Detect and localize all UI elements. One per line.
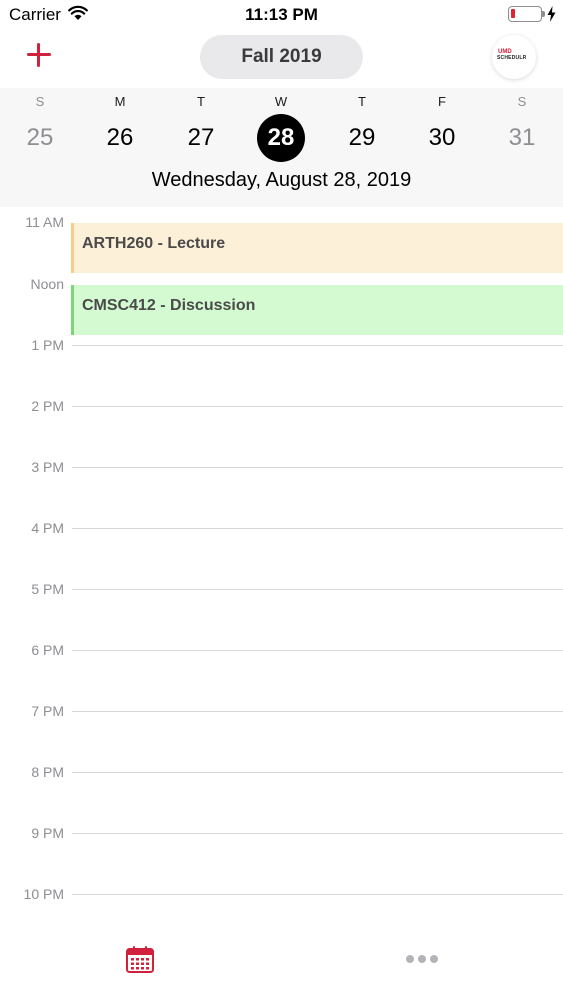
day-number: 27	[187, 124, 215, 151]
hour-gridline	[72, 833, 563, 834]
day-number: 31	[508, 124, 536, 151]
day-letter: S	[35, 94, 45, 109]
event-cmsc412-discussion[interactable]: CMSC412 - Discussion	[71, 285, 563, 335]
event-arth260-lecture[interactable]: ARTH260 - Lecture	[71, 223, 563, 273]
battery-icon	[508, 6, 542, 22]
hour-label: 1 PM	[31, 337, 64, 353]
event-title: CMSC412 - Discussion	[82, 297, 256, 314]
event-title: ARTH260 - Lecture	[82, 235, 226, 252]
day-letter: T	[197, 94, 205, 109]
hour-gridline	[72, 406, 563, 407]
day-friday[interactable]: F 30	[402, 88, 482, 168]
more-icon[interactable]	[402, 950, 442, 968]
day-saturday[interactable]: S 31	[482, 88, 562, 168]
app-logo-button[interactable]: UMD SCHEDULR	[492, 35, 536, 79]
term-selector-button[interactable]: Fall 2019	[200, 35, 363, 79]
day-sunday[interactable]: S 25	[0, 88, 80, 168]
hour-label: 10 PM	[23, 886, 64, 902]
hour-label: 4 PM	[31, 520, 64, 536]
charging-bolt-icon	[547, 6, 556, 22]
hour-gridline	[72, 894, 563, 895]
day-number: 30	[428, 124, 456, 151]
day-number: 25	[26, 124, 54, 151]
hour-gridline	[72, 528, 563, 529]
hour-gridline	[72, 345, 563, 346]
hour-label: 11 AM	[25, 214, 64, 230]
status-time: 11:13 PM	[245, 5, 318, 24]
hour-gridline	[72, 772, 563, 773]
hour-label: Noon	[30, 276, 64, 292]
day-letter: F	[438, 94, 446, 109]
day-monday[interactable]: M 26	[80, 88, 160, 168]
day-tuesday[interactable]: T 27	[161, 88, 241, 168]
day-number-selected: 28	[257, 114, 305, 162]
hour-label: 5 PM	[31, 581, 64, 597]
hour-gridline	[72, 711, 563, 712]
hour-label: 7 PM	[31, 703, 64, 719]
hour-label: 6 PM	[31, 642, 64, 658]
selected-date-title: Wednesday, August 28, 2019	[151, 169, 412, 191]
day-letter: S	[517, 94, 527, 109]
hour-label: 8 PM	[31, 764, 64, 780]
day-thursday[interactable]: T 29	[322, 88, 402, 168]
hour-gridline	[72, 467, 563, 468]
status-bar: Carrier 11:13 PM	[0, 0, 563, 30]
hour-label: 9 PM	[31, 825, 64, 841]
day-number: 29	[348, 124, 376, 151]
day-letter: W	[274, 94, 288, 109]
battery-tip	[542, 11, 545, 17]
day-letter: M	[114, 94, 126, 109]
day-number: 26	[106, 124, 134, 151]
hour-label: 3 PM	[31, 459, 64, 475]
hour-label: 2 PM	[31, 398, 64, 414]
hour-gridline	[72, 589, 563, 590]
day-wednesday[interactable]: W 28	[241, 88, 321, 168]
hour-gridline	[72, 650, 563, 651]
day-letter: T	[358, 94, 366, 109]
add-course-button[interactable]	[24, 40, 54, 70]
logo-text-bottom: SCHEDULR	[497, 55, 527, 61]
calendar-icon[interactable]	[125, 944, 155, 974]
week-strip: S 25 M 26 T 27 W 28 T 29 F 30 S 31 Wedne…	[0, 88, 563, 207]
